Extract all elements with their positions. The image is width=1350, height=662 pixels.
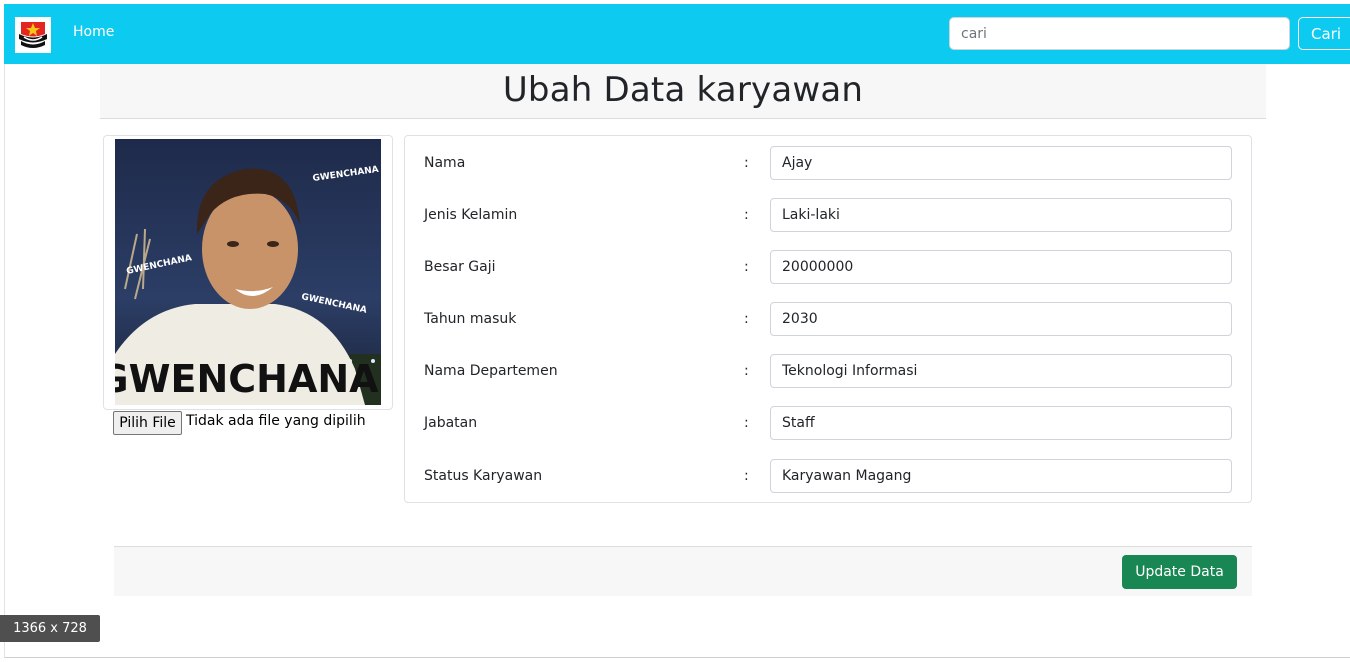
search-input[interactable]: [949, 17, 1290, 50]
viewport-size-badge: 1366 x 728: [0, 615, 100, 642]
card-footer: Update Data: [114, 546, 1252, 596]
field-colon: :: [744, 259, 749, 275]
form-row-tahun-masuk: Tahun masuk :: [405, 302, 1251, 338]
nav-home-link[interactable]: Home: [73, 24, 114, 40]
field-label: Nama: [424, 155, 466, 171]
status-karyawan-input[interactable]: [770, 459, 1232, 493]
navbar: Home Cari: [4, 4, 1350, 64]
field-colon: :: [744, 155, 749, 171]
field-label: Status Karyawan: [424, 468, 543, 484]
nama-input[interactable]: [770, 146, 1232, 180]
form-row-jenis-kelamin: Jenis Kelamin :: [405, 198, 1251, 234]
field-label: Jabatan: [424, 415, 478, 431]
field-label: Tahun masuk: [424, 311, 517, 327]
field-colon: :: [744, 415, 749, 431]
jenis-kelamin-input[interactable]: [770, 198, 1232, 232]
choose-file-button[interactable]: Pilih File: [113, 411, 182, 435]
field-label: Nama Departemen: [424, 363, 558, 379]
field-colon: :: [744, 311, 749, 327]
page-title: Ubah Data karyawan: [502, 70, 864, 110]
photo-caption-big: GWENCHANA: [115, 357, 379, 401]
form-row-status-karyawan: Status Karyawan :: [405, 459, 1251, 495]
employee-form: Nama : Jenis Kelamin : Besar Gaji : Tahu…: [404, 135, 1252, 503]
form-row-jabatan: Jabatan :: [405, 406, 1251, 442]
field-label: Besar Gaji: [424, 259, 496, 275]
field-colon: :: [744, 468, 749, 484]
photo-card: GWENCHANA GWENCHANA GWENCHANA GWENCHANA: [103, 135, 393, 410]
jabatan-input[interactable]: [770, 406, 1232, 440]
nama-departemen-input[interactable]: [770, 354, 1232, 388]
upi-logo-icon[interactable]: [15, 17, 51, 53]
form-row-nama: Nama :: [405, 146, 1251, 182]
field-label: Jenis Kelamin: [424, 207, 518, 223]
form-row-nama-departemen: Nama Departemen :: [405, 354, 1251, 390]
update-data-button[interactable]: Update Data: [1122, 555, 1237, 589]
form-row-besar-gaji: Besar Gaji :: [405, 250, 1251, 286]
card-header: Ubah Data karyawan: [100, 64, 1266, 119]
search-button[interactable]: Cari: [1298, 17, 1350, 50]
field-colon: :: [744, 363, 749, 379]
tahun-masuk-input[interactable]: [770, 302, 1232, 336]
file-status-text: Tidak ada file yang dipilih: [186, 413, 366, 429]
besar-gaji-input[interactable]: [770, 250, 1232, 284]
field-colon: :: [744, 207, 749, 223]
employee-photo: GWENCHANA GWENCHANA GWENCHANA GWENCHANA: [115, 139, 381, 405]
